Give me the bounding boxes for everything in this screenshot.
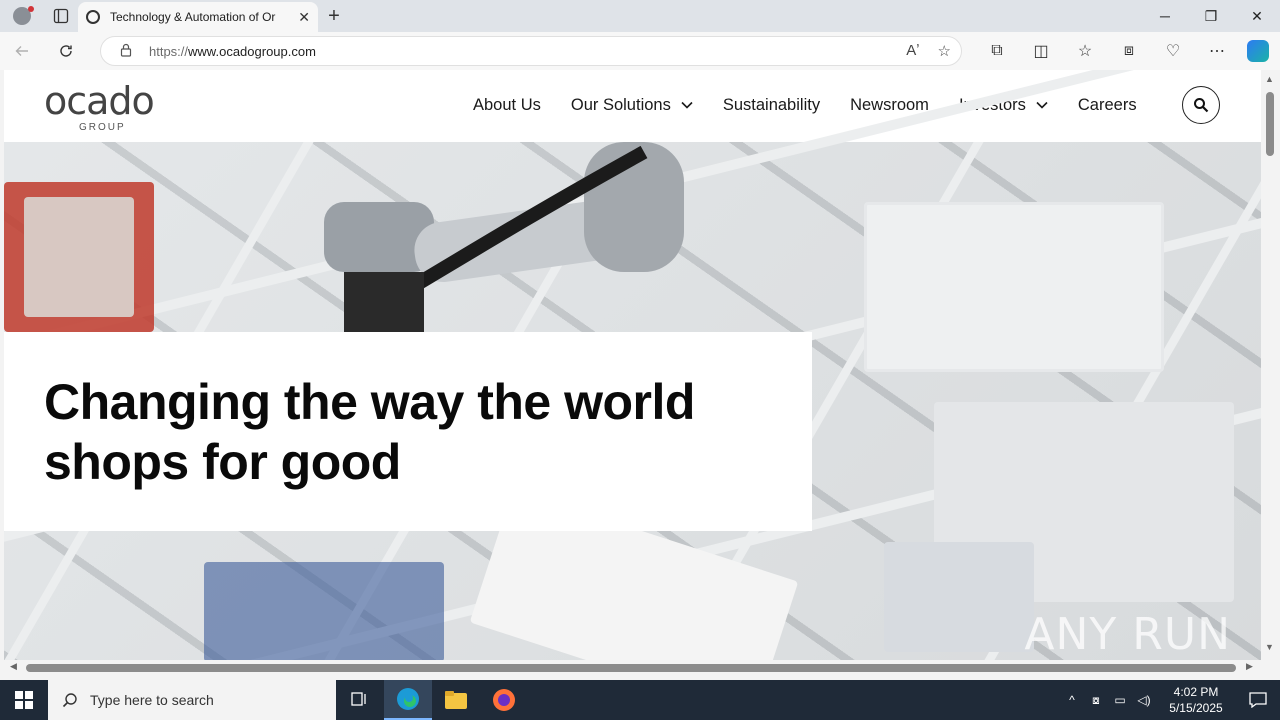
nav-label: Our Solutions bbox=[570, 96, 671, 114]
new-tab-button[interactable]: + bbox=[318, 0, 350, 32]
copilot-icon[interactable] bbox=[1247, 40, 1269, 62]
clock-date: 5/15/2025 bbox=[1169, 701, 1223, 715]
notification-center-button[interactable] bbox=[1236, 692, 1280, 708]
address-bar[interactable]: https://www.ocadogroup.com Aʼ ☆ bbox=[100, 36, 962, 66]
notification-icon bbox=[1249, 692, 1267, 708]
back-arrow-icon bbox=[15, 46, 28, 56]
chevron-down-icon bbox=[1036, 100, 1048, 112]
taskbar-firefox[interactable] bbox=[480, 680, 528, 720]
clock[interactable]: 4:02 PM 5/15/2025 bbox=[1156, 684, 1236, 716]
tab-actions-icon bbox=[53, 8, 69, 24]
scroll-right-arrow-icon[interactable]: ▶ bbox=[1246, 661, 1253, 672]
taskbar-edge[interactable] bbox=[384, 680, 432, 720]
network-icon[interactable]: ▭ bbox=[1108, 693, 1132, 707]
nav-item-careers[interactable]: Careers bbox=[1078, 96, 1137, 115]
tab-actions-button[interactable] bbox=[44, 0, 78, 32]
settings-more-icon[interactable]: ⋯ bbox=[1195, 32, 1239, 70]
window-controls: ─ ❐ ✕ bbox=[1142, 0, 1280, 32]
start-button[interactable] bbox=[0, 680, 48, 720]
device-icon[interactable]: ⧇ bbox=[1084, 693, 1108, 708]
close-window-button[interactable]: ✕ bbox=[1234, 0, 1280, 32]
tab-favicon-icon bbox=[86, 10, 100, 24]
white-crate bbox=[864, 202, 1164, 372]
scroll-left-arrow-icon[interactable]: ◀ bbox=[10, 661, 17, 672]
restore-button[interactable]: ❐ bbox=[1188, 0, 1234, 32]
back-button[interactable] bbox=[0, 32, 44, 70]
hero-headline: Changing the way the world shops for goo… bbox=[44, 374, 695, 490]
firefox-icon bbox=[493, 689, 515, 711]
system-tray: ^ ⧇ ▭ ◁) 4:02 PM 5/15/2025 bbox=[1060, 680, 1280, 720]
browser-titlebar: Technology & Automation of Or ✕ + ─ ❐ ✕ bbox=[0, 0, 1280, 32]
vertical-scrollbar[interactable]: ▲ ▼ bbox=[1261, 70, 1280, 660]
browser-toolbar: https://www.ocadogroup.com Aʼ ☆ ⧉ ◫ ☆ ⧈ … bbox=[0, 32, 1280, 70]
browser-essentials-icon[interactable]: ♡ bbox=[1151, 32, 1195, 70]
page-viewport: ocado GROUP About Us Our Solutions Susta… bbox=[4, 70, 1261, 660]
chevron-up-icon[interactable]: ^ bbox=[1060, 693, 1084, 707]
nav-item-newsroom[interactable]: Newsroom bbox=[850, 96, 929, 115]
horizontal-scroll-thumb[interactable] bbox=[26, 664, 1236, 672]
search-icon bbox=[62, 693, 77, 708]
taskbar-search-placeholder: Type here to search bbox=[90, 692, 214, 708]
clock-time: 4:02 PM bbox=[1173, 685, 1219, 699]
robotic-arm-image bbox=[324, 142, 684, 332]
collections-icon[interactable]: ⧈ bbox=[1107, 32, 1151, 70]
horizontal-scrollbar[interactable]: ◀ ▶ bbox=[4, 660, 1261, 675]
ocado-group-logo[interactable]: ocado GROUP bbox=[44, 79, 155, 133]
edge-browser-icon bbox=[397, 688, 419, 710]
windows-logo-icon bbox=[15, 691, 33, 709]
read-aloud-icon[interactable]: Aʼ bbox=[906, 42, 919, 60]
nav-label: Newsroom bbox=[850, 96, 929, 114]
nav-item-sustainability[interactable]: Sustainability bbox=[723, 96, 820, 115]
browser-tab-active[interactable]: Technology & Automation of Or ✕ bbox=[78, 2, 318, 32]
taskbar-file-explorer[interactable] bbox=[432, 680, 480, 720]
address-bar-actions: Aʼ ☆ bbox=[906, 42, 951, 60]
logo-word: ocado bbox=[44, 79, 155, 123]
notification-dot bbox=[28, 6, 34, 12]
url-host: www.ocadogroup.com bbox=[188, 43, 316, 59]
scroll-up-arrow-icon[interactable]: ▲ bbox=[1265, 74, 1274, 84]
nav-label: About Us bbox=[473, 96, 541, 114]
site-search-button[interactable] bbox=[1182, 86, 1220, 124]
refresh-icon bbox=[60, 45, 72, 57]
main-nav: About Us Our Solutions Sustainability Ne… bbox=[473, 96, 1167, 115]
nav-item-our-solutions[interactable]: Our Solutions bbox=[571, 96, 693, 115]
tab-close-icon[interactable]: ✕ bbox=[298, 9, 310, 26]
taskbar-search[interactable]: Type here to search bbox=[48, 680, 336, 720]
minimize-button[interactable]: ─ bbox=[1142, 0, 1188, 32]
windows-taskbar: Type here to search ^ ⧇ ▭ ◁) 4:02 PM 5/1… bbox=[0, 680, 1280, 720]
profile-button[interactable] bbox=[0, 0, 44, 32]
scroll-down-arrow-icon[interactable]: ▼ bbox=[1265, 642, 1274, 652]
hero-headline-box: Changing the way the world shops for goo… bbox=[4, 332, 812, 531]
logo-sub: GROUP bbox=[79, 122, 126, 133]
toolbar-icons: ⧉ ◫ ☆ ⧈ ♡ ⋯ bbox=[975, 32, 1269, 70]
task-view-button[interactable] bbox=[336, 680, 384, 720]
tab-title: Technology & Automation of Or bbox=[110, 10, 276, 24]
blue-products bbox=[204, 562, 444, 660]
favorites-icon[interactable]: ☆ bbox=[1063, 32, 1107, 70]
hero-banner: Changing the way the world shops for goo… bbox=[4, 70, 1261, 660]
lock-icon[interactable] bbox=[111, 43, 141, 60]
search-icon bbox=[1194, 98, 1209, 113]
url-text[interactable]: https://www.ocadogroup.com bbox=[149, 44, 316, 59]
split-screen-icon[interactable]: ◫ bbox=[1019, 32, 1063, 70]
extensions-icon[interactable]: ⧉ bbox=[975, 32, 1019, 70]
folder-icon bbox=[445, 691, 467, 709]
nav-label: Careers bbox=[1077, 96, 1137, 114]
nav-item-about-us[interactable]: About Us bbox=[473, 96, 541, 115]
url-scheme: https:// bbox=[149, 43, 189, 59]
chevron-down-icon bbox=[681, 100, 693, 112]
task-view-icon bbox=[351, 692, 366, 706]
refresh-button[interactable] bbox=[44, 32, 88, 70]
crate-contents bbox=[24, 197, 134, 317]
volume-icon[interactable]: ◁) bbox=[1132, 693, 1156, 707]
anyrun-watermark: ANY RUN bbox=[1024, 609, 1231, 660]
yogurt-crate bbox=[884, 542, 1034, 652]
favorite-star-icon[interactable]: ☆ bbox=[938, 42, 951, 60]
nav-label: Sustainability bbox=[722, 96, 821, 114]
vertical-scroll-thumb[interactable] bbox=[1266, 92, 1274, 156]
